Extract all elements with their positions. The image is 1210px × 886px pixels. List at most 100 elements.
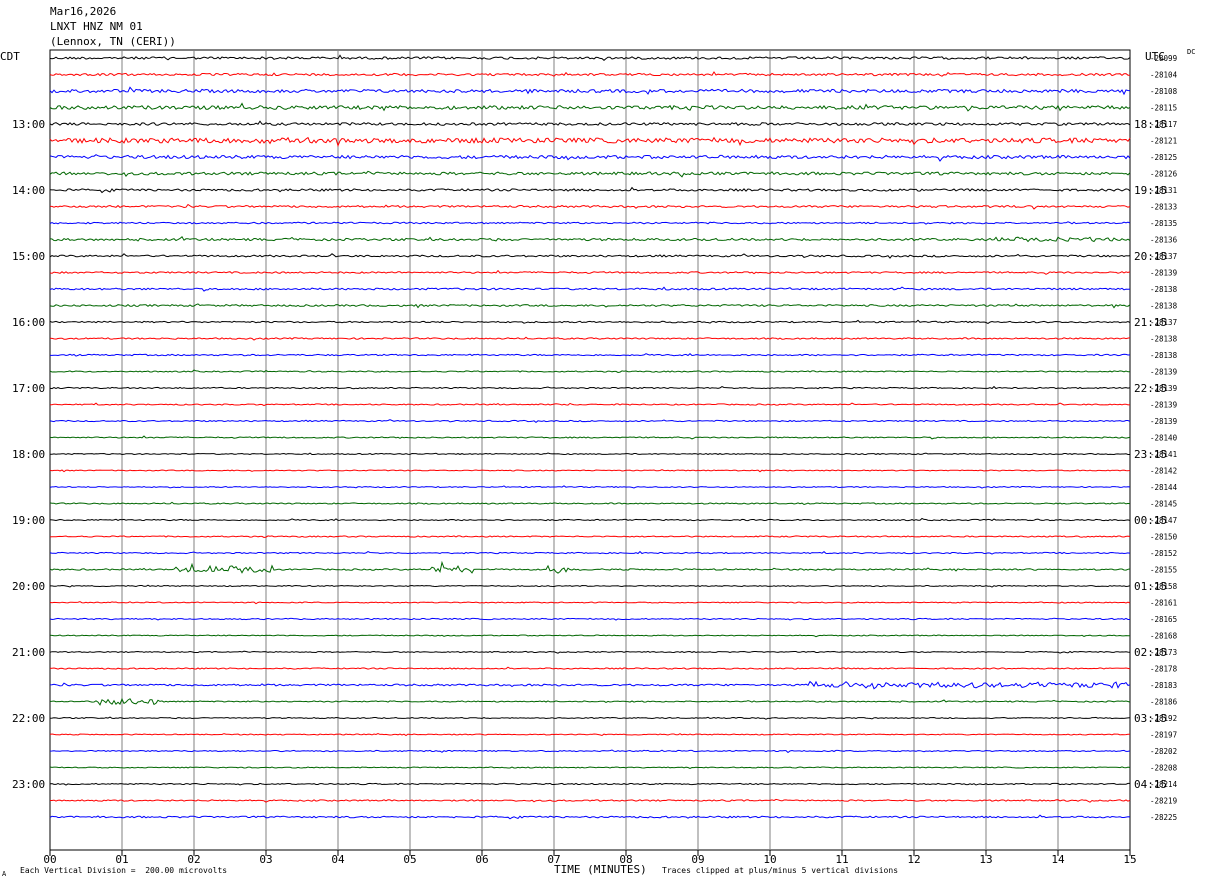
left-hour-label: 16:00 (12, 316, 45, 329)
dc-offset-label: -28136 (1150, 236, 1178, 245)
left-hour-label: 19:00 (12, 514, 45, 527)
dc-offset-label: -28140 (1150, 434, 1178, 443)
x-tick-label: 00 (43, 853, 56, 866)
left-hour-label: 18:00 (12, 448, 45, 461)
seismic-trace (49, 485, 1131, 489)
x-tick-label: 11 (835, 853, 848, 866)
right-hour-label: 19:15 (1134, 184, 1167, 197)
seismic-trace (49, 634, 1130, 638)
dc-offset-label: -28178 (1150, 665, 1178, 674)
left-hour-label: 14:00 (12, 184, 45, 197)
seismic-trace (49, 86, 1131, 96)
x-tick-label: 13 (979, 853, 992, 866)
seismic-trace (49, 154, 1131, 162)
dc-offset-label: -28219 (1150, 797, 1177, 806)
seismic-trace (49, 650, 1131, 654)
clip-note: Traces clipped at plus/minus 5 vertical … (662, 866, 899, 875)
right-hour-label: 04:15 (1134, 778, 1167, 791)
seismic-trace (49, 385, 1131, 390)
dc-offset-label: -28138 (1150, 351, 1178, 360)
seismic-trace (49, 517, 1131, 522)
seismic-trace (49, 319, 1131, 324)
dc-offset-label: -28155 (1150, 566, 1177, 575)
dc-offset-label: -28104 (1150, 71, 1178, 80)
seismic-trace (49, 501, 1131, 506)
dc-offset-label: -28115 (1150, 104, 1177, 113)
dc-offset-label: -28150 (1150, 533, 1178, 542)
right-hour-label: 00:15 (1134, 514, 1167, 527)
seismic-trace (49, 71, 1131, 77)
dc-offset-label: -28145 (1150, 500, 1177, 509)
plot-frame (49, 49, 1131, 851)
dc-offset-label: -28152 (1150, 549, 1177, 558)
seismic-trace (49, 680, 1131, 690)
dc-offset-label: -28138 (1150, 302, 1178, 311)
x-tick-label: 15 (1123, 853, 1136, 866)
dc-offset-label: -28139 (1150, 269, 1177, 278)
dc-offset-label: -28125 (1150, 153, 1177, 162)
seismic-trace (49, 469, 1131, 473)
seismic-trace (49, 535, 1131, 539)
seismic-trace (49, 369, 1130, 374)
seismic-trace (49, 286, 1131, 292)
dc-offset-label: -28208 (1150, 764, 1178, 773)
dc-offset-label: -28197 (1150, 731, 1177, 740)
left-hour-label: 22:00 (12, 712, 45, 725)
left-hour-label: 20:00 (12, 580, 45, 593)
x-tick-label: 02 (187, 853, 200, 866)
seismic-trace (50, 452, 1130, 456)
seismic-trace (49, 766, 1131, 769)
dc-offset-label: -28186 (1150, 698, 1178, 707)
x-tick-label: 10 (763, 853, 776, 866)
seismic-trace (49, 782, 1130, 786)
dc-offset-label: -28144 (1150, 483, 1178, 492)
left-hour-label: 17:00 (12, 382, 45, 395)
seismic-trace (49, 221, 1131, 225)
seismic-trace (49, 419, 1131, 424)
x-tick-label: 03 (259, 853, 272, 866)
seismic-trace (49, 236, 1131, 243)
right-hour-label: 20:15 (1134, 250, 1167, 263)
dc-offset-label: -28225 (1150, 813, 1177, 822)
dc-offset-label: -28133 (1150, 203, 1177, 212)
seismic-trace (49, 186, 1131, 194)
x-tick-label: 06 (475, 853, 488, 866)
seismic-trace (49, 697, 1131, 706)
seismic-trace (49, 732, 1130, 737)
dc-offset-label: -28138 (1150, 285, 1178, 294)
right-hour-label: 21:15 (1134, 316, 1167, 329)
dc-offset-label: -28139 (1150, 417, 1177, 426)
dc-offset-label: -28165 (1150, 615, 1177, 624)
seismic-trace (49, 102, 1131, 112)
dc-offset-label: -28168 (1150, 632, 1178, 641)
seismic-trace (49, 814, 1131, 820)
seismic-trace (49, 54, 1131, 61)
dc-offset-label: -28183 (1150, 681, 1177, 690)
left-hour-label: 21:00 (12, 646, 45, 659)
seismic-trace (49, 253, 1131, 259)
right-hour-label: 18:15 (1134, 118, 1167, 131)
seismic-trace (49, 120, 1131, 127)
dc-offset-label: -28121 (1150, 137, 1177, 146)
seismic-trace (50, 353, 1131, 357)
right-hour-label: 03:15 (1134, 712, 1167, 725)
right-hour-label: 23:15 (1134, 448, 1167, 461)
dc-offset-label: -28135 (1150, 219, 1177, 228)
dc-offset-label: -28142 (1150, 467, 1177, 476)
right-hour-label: 22:15 (1134, 382, 1167, 395)
x-tick-label: 09 (691, 853, 704, 866)
seismic-trace (49, 666, 1131, 670)
dc-offset-label: -28138 (1150, 335, 1178, 344)
seismic-trace (49, 617, 1130, 621)
left-hour-label: 23:00 (12, 778, 45, 791)
dc-offset-label: -28139 (1150, 368, 1177, 377)
right-hour-label: 02:15 (1134, 646, 1167, 659)
dc-offset-label: -28161 (1150, 599, 1177, 608)
dc-offset-label: -28202 (1150, 747, 1177, 756)
seismic-trace (49, 435, 1131, 440)
seismic-trace (49, 336, 1131, 341)
dc-offset-label: -28108 (1150, 87, 1178, 96)
seismic-trace (49, 269, 1131, 275)
dc-offset-label: -28139 (1150, 401, 1177, 410)
seismogram-plot: 00 01 02 03 04 05 06 07 08 09 10 11 12 13 14 15-28099-2… (12, 49, 1178, 866)
